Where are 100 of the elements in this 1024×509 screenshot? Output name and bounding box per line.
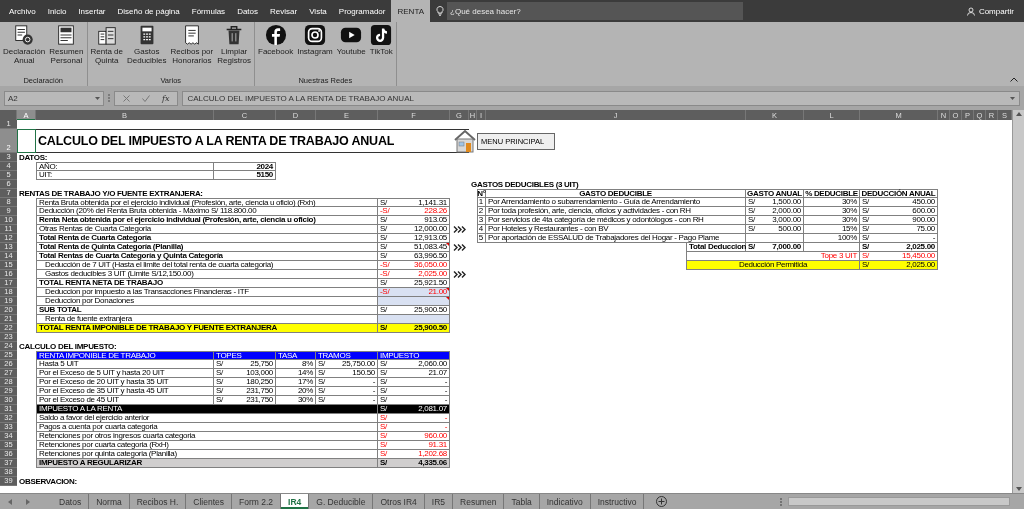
table-cell: TOTAL RENTA IMPONIBLE DE TRABAJO Y FUENTE EXTRANJERA <box>36 324 378 333</box>
cell-value: 1,500.00 <box>772 198 801 206</box>
section-heading: OBSERVACION: <box>18 477 78 486</box>
ribbon-button[interactable]: Gastos Deducibles <box>124 23 169 76</box>
table-cell: Total Deduccion <box>686 243 746 252</box>
menu-tab[interactable]: Datos <box>231 0 265 22</box>
input-cell[interactable] <box>378 297 450 306</box>
currency-symbol: S/ <box>862 198 869 206</box>
up-arrow-icon[interactable] <box>1015 112 1022 116</box>
formula-field[interactable]: CALCULO DEL IMPUESTO A LA RENTA DE TRABAJO ANUAL <box>182 90 1020 106</box>
cell-value: 75.00 <box>916 225 935 233</box>
vertical-scrollbar[interactable] <box>1012 110 1024 493</box>
table-cell: Por toda profesión, arte, ciencia, oficios y actividades - con RH <box>486 207 746 216</box>
horizontal-scrollbar[interactable] <box>788 497 1010 506</box>
ribbon-button[interactable]: Instagram <box>295 23 335 76</box>
sheet-tab[interactable]: Recibos H. <box>129 494 187 509</box>
cell-value: 1,141.31 <box>418 198 447 207</box>
sheet-tab[interactable]: IR5 <box>424 494 454 509</box>
table-cell: Gastos deducibles 3 UIT (Limite S/12,150.00) <box>36 270 378 279</box>
cell-value: 21.00 <box>428 288 447 296</box>
menu-tab[interactable]: Programador <box>332 0 392 22</box>
sheet-tab[interactable]: Clientes <box>186 494 233 509</box>
cell-value: 2,025.00 <box>906 243 935 251</box>
currency-symbol: S/ <box>318 387 325 395</box>
cell-value: 103,000 <box>246 369 273 377</box>
cell-value: - <box>932 234 935 242</box>
table-cell: Por Arrendamiento o subarrendamiento - Guía de Arrendamiento <box>486 198 746 207</box>
currency-symbol: S/ <box>216 360 223 368</box>
currency-symbol: S/ <box>216 396 223 404</box>
menu-tab[interactable]: RENTA <box>391 0 430 22</box>
currency-symbol: S/ <box>216 369 223 377</box>
ribbon-button[interactable]: TikTok <box>367 23 395 76</box>
column-heading: DEDUCCIÓN ANUAL <box>860 189 938 198</box>
ribbon-button[interactable]: Declaración Anual <box>1 23 48 76</box>
menu-tab[interactable]: Insertar <box>72 0 112 22</box>
table-cell: 4 <box>477 225 486 234</box>
cell-value: 15,450.00 <box>902 252 935 260</box>
insert-function-button[interactable]: fx <box>162 93 170 103</box>
sheet-tab[interactable]: G. Deducible <box>309 494 374 509</box>
ribbon-button[interactable]: Recibos por Honorarios <box>168 23 216 76</box>
cancel-icon[interactable] <box>123 94 130 102</box>
table-cell: 17% <box>276 378 316 387</box>
ribbon-button[interactable]: Facebook <box>256 23 296 76</box>
ribbon-button[interactable]: Limpiar Registros <box>215 23 254 76</box>
table-cell: Total Rentas de Cuarta Categoría y Quinta Categoría <box>36 252 378 261</box>
sheet-tab[interactable]: Resumen <box>453 494 505 509</box>
menu-tab[interactable]: Inicio <box>41 0 73 22</box>
cell-value: 231,750 <box>246 387 273 395</box>
chevrons-icon[interactable] <box>452 271 467 278</box>
table-cell: Por aportación de ESSALUD de Trabajadores del Hogar - Pago Plame <box>486 234 746 243</box>
sheet-tab[interactable]: Instructivo <box>590 494 645 509</box>
right-arrow-icon[interactable] <box>26 498 30 505</box>
sheet-tab[interactable]: Otros IR4 <box>373 494 425 509</box>
name-box[interactable]: A2 <box>4 90 104 106</box>
building-icon <box>95 24 118 46</box>
currency-symbol: -S/ <box>380 261 390 269</box>
currency-symbol: S/ <box>380 432 387 440</box>
input-cell[interactable] <box>378 315 450 324</box>
left-arrow-icon[interactable] <box>8 498 12 505</box>
menu-tab[interactable]: Diseño de página <box>111 0 186 22</box>
ribbon-button[interactable]: Renta de Quinta <box>88 23 125 76</box>
cell-value: 36,050.00 <box>414 261 447 269</box>
ribbon-button[interactable]: Youtube <box>334 23 368 76</box>
menu-tab[interactable]: Revisar <box>264 0 304 22</box>
currency-symbol: -S/ <box>380 270 390 278</box>
menu-tab[interactable]: Archivo <box>3 0 42 22</box>
chevrons-icon[interactable] <box>452 226 467 233</box>
collapse-caret-icon[interactable] <box>1010 77 1018 82</box>
table-cell: 3 <box>477 216 486 225</box>
chevrons-icon[interactable] <box>452 244 467 251</box>
cell-value: 25,750.00 <box>342 360 375 368</box>
sheet-tab[interactable]: Indicativo <box>539 494 591 509</box>
input-cell[interactable] <box>746 234 804 243</box>
sheet-tab[interactable]: IR4 <box>281 494 310 509</box>
currency-symbol: S/ <box>380 198 387 207</box>
menu-tab[interactable]: Vista <box>303 0 333 22</box>
menu-tab[interactable]: Fórmulas <box>185 0 232 22</box>
cell-value: 25,900.50 <box>414 306 447 314</box>
add-sheet-icon[interactable] <box>656 496 668 507</box>
table-cell: Renta Neta obtenida por el ejercicio individual (Profesión, arte, ciencia u oficio) <box>36 216 378 225</box>
money-document-icon <box>13 24 36 46</box>
search-field[interactable]: ¿Qué desea hacer? <box>447 2 743 20</box>
cell-value: 2,000.00 <box>772 207 801 215</box>
sheet-tab[interactable]: Datos <box>52 494 90 509</box>
sheet-tab[interactable]: Norma <box>89 494 130 509</box>
section-heading: RENTAS DE TRABAJO Y/O FUENTE EXTRANJERA: <box>18 189 204 198</box>
cell-value: 600.00 <box>912 207 935 215</box>
cell-value: - <box>372 378 375 386</box>
table-cell: Pagos a cuenta por cuarta categoria <box>36 423 378 432</box>
currency-symbol: S/ <box>318 360 325 368</box>
table-cell: 8% <box>276 360 316 369</box>
cell-value: 51,083.45 <box>414 243 447 251</box>
currency-symbol: S/ <box>380 279 387 287</box>
currency-symbol: S/ <box>748 216 755 224</box>
ribbon-button[interactable]: Resumen Personal <box>47 23 86 76</box>
currency-symbol: S/ <box>380 252 387 260</box>
share-button[interactable]: Compartir <box>956 0 1024 22</box>
check-icon[interactable] <box>142 94 150 102</box>
sheet-tab[interactable]: Tabla <box>504 494 540 509</box>
down-arrow-icon[interactable] <box>1015 487 1022 491</box>
